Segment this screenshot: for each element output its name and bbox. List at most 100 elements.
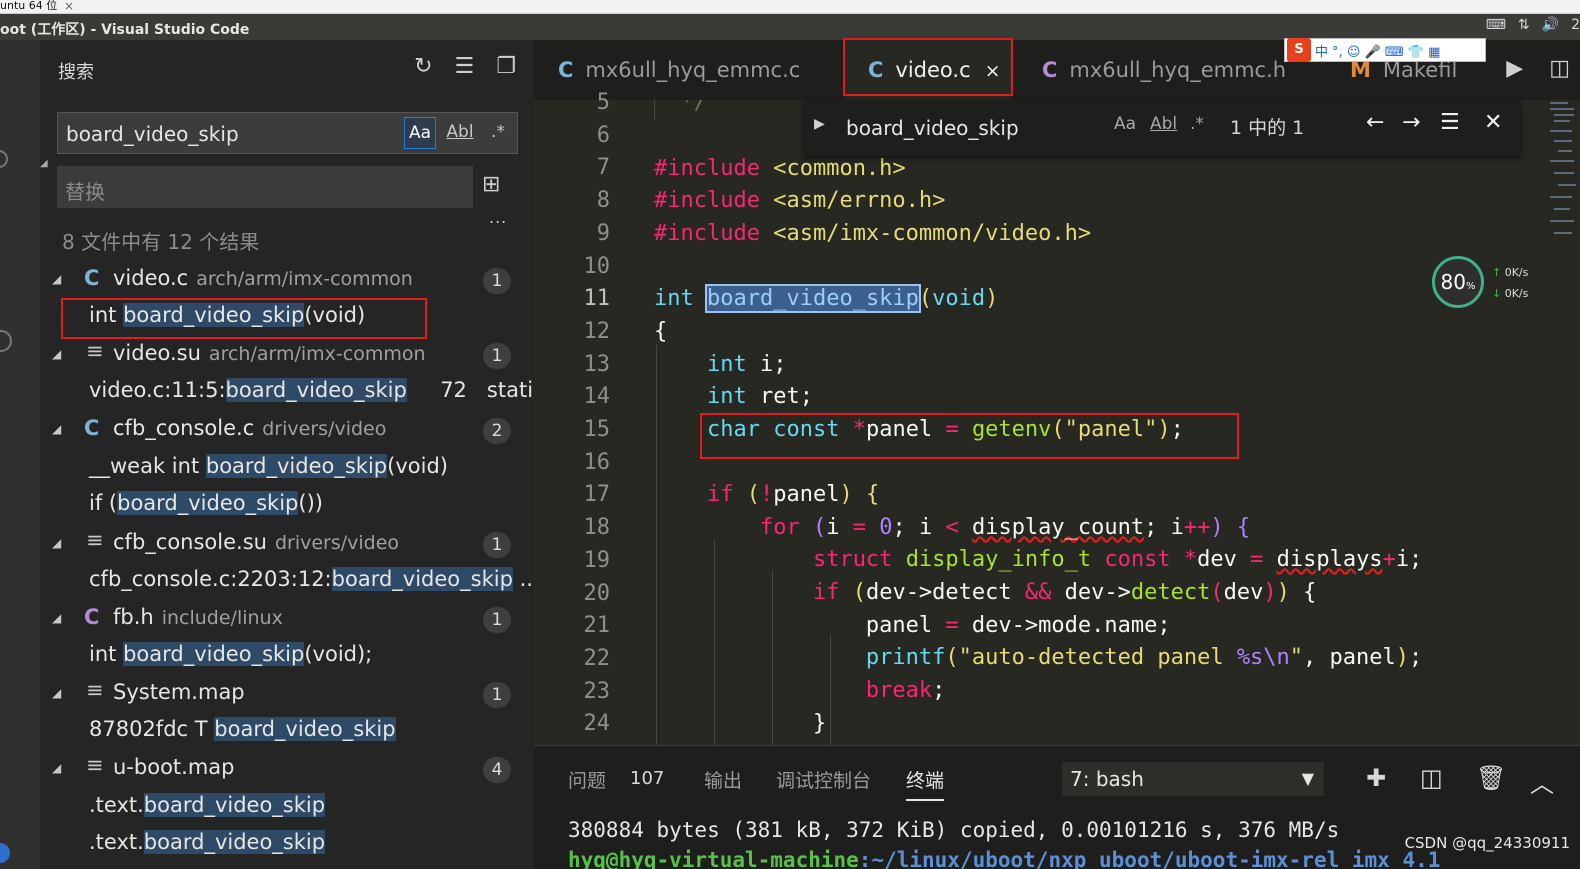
result-match[interactable]: cfb_console.c:2203:12:board_video_skip .… bbox=[40, 563, 540, 600]
result-match[interactable]: .text.board_video_skip bbox=[40, 789, 534, 826]
match-prefix: int bbox=[89, 642, 124, 666]
regex-icon[interactable]: .* bbox=[1190, 114, 1204, 134]
terminal-prompt: hyq@hyq-virtual-machine:~/linux/uboot/nx… bbox=[568, 848, 1440, 869]
clock-fragment[interactable]: 2 bbox=[1571, 17, 1580, 33]
toggle-replace-icon[interactable]: ◢ bbox=[40, 158, 48, 169]
line-number: 12 bbox=[583, 318, 611, 344]
result-file-path: drivers/video bbox=[274, 532, 400, 554]
regex-icon[interactable]: .* bbox=[482, 117, 514, 149]
result-count-badge: 1 bbox=[483, 532, 511, 558]
result-count-badge: 1 bbox=[483, 268, 511, 294]
bottom-panel: 问题 107 输出 调试控制台 终端 7: bash ▼ ✚ ◫ 🗑 ︿ 3808… bbox=[534, 745, 1580, 869]
maximize-panel-icon[interactable]: ︿ bbox=[1530, 764, 1554, 799]
result-file[interactable]: ◢ C video.c arch/arm/imx-common 1 bbox=[40, 262, 534, 299]
result-match[interactable]: video.c:11:5:board_video_skip 72 static bbox=[40, 374, 545, 411]
ime-status[interactable]: 中 °, ☺ 🎤 ⌨ 👕 ▦ bbox=[1315, 41, 1440, 60]
search-input-value[interactable]: board_video_skip bbox=[66, 122, 239, 146]
tab-output[interactable]: 输出 bbox=[704, 766, 742, 793]
vm-tab-label[interactable]: untu 64 位 bbox=[0, 0, 57, 12]
result-file[interactable]: ◢ C fb.h include/linux 1 bbox=[40, 601, 534, 638]
next-match-icon[interactable]: → bbox=[1402, 110, 1420, 135]
result-file-path: arch/arm/imx-common bbox=[196, 268, 413, 290]
download-icon: ↓ bbox=[1492, 287, 1502, 300]
ime-toolbar[interactable]: S 中 °, ☺ 🎤 ⌨ 👕 ▦ bbox=[1284, 38, 1486, 62]
replace-all-icon[interactable]: ⊞ bbox=[482, 172, 500, 197]
new-terminal-icon[interactable]: ✚ bbox=[1366, 764, 1386, 792]
tab-problems[interactable]: 问题 bbox=[568, 766, 606, 793]
window-title: oot (工作区) - Visual Studio Code bbox=[0, 22, 250, 38]
match-prefix: .text. bbox=[89, 830, 144, 854]
tab-debug-console[interactable]: 调试控制台 bbox=[776, 766, 871, 793]
match-prefix: if ( bbox=[89, 491, 118, 515]
expand-icon[interactable]: ◢ bbox=[52, 686, 61, 700]
result-match[interactable]: 87802fdc T board_video_skip bbox=[40, 713, 534, 750]
expand-icon[interactable]: ◢ bbox=[52, 611, 61, 625]
whole-word-icon[interactable]: Abl bbox=[1150, 114, 1177, 134]
split-terminal-icon[interactable]: ◫ bbox=[1420, 764, 1443, 792]
prompt-path: :~/linux/uboot/nxp_uboot/uboot-imx-rel_i… bbox=[858, 848, 1441, 869]
match-case-icon[interactable]: Aa bbox=[1114, 114, 1136, 134]
upload-speed: 0K/s bbox=[1504, 266, 1529, 279]
close-icon[interactable]: ✕ bbox=[1484, 110, 1502, 135]
minimap[interactable] bbox=[1546, 100, 1580, 745]
result-file[interactable]: ◢ ≡ u-boot.map 4 bbox=[40, 751, 534, 788]
more-options-icon[interactable]: ... bbox=[489, 208, 507, 227]
replace-placeholder[interactable]: 替换 bbox=[65, 176, 105, 205]
volume-icon[interactable]: 🔊 bbox=[1542, 17, 1559, 33]
result-file[interactable]: ◢ ≡ cfb_console.su drivers/video 1 bbox=[40, 526, 534, 563]
keyboard-icon[interactable]: ⌨ bbox=[1486, 17, 1506, 33]
clear-results-icon[interactable]: ☰ bbox=[455, 54, 475, 79]
code-line: if (!panel) { bbox=[706, 482, 880, 507]
tab-mx6ull-emmc-h[interactable]: Cmx6ull_hyq_emmc.h bbox=[1042, 40, 1286, 100]
result-file-name: System.map bbox=[113, 680, 245, 704]
line-number: 16 bbox=[583, 449, 611, 475]
refresh-icon[interactable]: ↻ bbox=[414, 54, 432, 79]
text-file-icon: ≡ bbox=[86, 528, 104, 552]
expand-icon[interactable]: ◢ bbox=[52, 761, 61, 775]
split-editor-icon[interactable]: ◫ bbox=[1549, 56, 1570, 81]
c-file-icon: C bbox=[558, 58, 574, 82]
network-icon[interactable]: ⇅ bbox=[1518, 17, 1530, 33]
match-text: board_video_skip bbox=[225, 378, 407, 402]
line-number: 7 bbox=[596, 155, 610, 181]
find-widget: ▶ board_video_skip Aa Abl .* 1 中的 1 ← → … bbox=[804, 100, 1520, 156]
collapse-all-icon[interactable]: ❐ bbox=[496, 54, 516, 79]
find-in-selection-icon[interactable]: ☰ bbox=[1440, 110, 1460, 135]
expand-icon[interactable]: ◢ bbox=[52, 272, 61, 286]
editor-area: Cmx6ull_hyq_emmc.c Cvideo.c × Cmx6ull_hyq… bbox=[534, 38, 1580, 745]
previous-match-icon[interactable]: ← bbox=[1366, 110, 1384, 135]
replace-input[interactable]: 替换 bbox=[57, 166, 473, 208]
accounts-icon[interactable] bbox=[0, 843, 10, 863]
result-count-badge: 4 bbox=[483, 757, 511, 783]
result-file-path: arch/arm/imx-common bbox=[208, 343, 426, 365]
find-input-value[interactable]: board_video_skip bbox=[846, 116, 1019, 140]
result-file[interactable]: ◢ ≡ video.su arch/arm/imx-common 1 bbox=[40, 337, 534, 374]
code-line: #include <asm/imx-common/video.h> bbox=[654, 221, 1092, 246]
activity-item-icon[interactable] bbox=[0, 150, 8, 168]
terminal-select[interactable]: 7: bash ▼ bbox=[1062, 762, 1324, 796]
result-match[interactable]: int board_video_skip(void); bbox=[40, 638, 534, 675]
vscode-window: untu 64 位 × oot (工作区) - Visual Studio Co… bbox=[0, 0, 1580, 869]
line-number: 14 bbox=[583, 384, 611, 410]
run-icon[interactable]: ▶ bbox=[1506, 56, 1523, 81]
result-match[interactable]: .text.board_video_skip bbox=[40, 826, 534, 863]
trash-icon[interactable]: 🗑 bbox=[1476, 764, 1506, 792]
search-input[interactable]: board_video_skip Aa Abl .* bbox=[57, 112, 518, 154]
expand-icon[interactable]: ◢ bbox=[52, 347, 61, 361]
result-file[interactable]: ◢ ≡ System.map 1 bbox=[40, 676, 534, 713]
tab-terminal[interactable]: 终端 bbox=[906, 766, 945, 801]
whole-word-icon[interactable]: Abl bbox=[444, 117, 476, 149]
result-match[interactable]: if (board_video_skip()) bbox=[40, 487, 534, 524]
result-file-name: u-boot.map bbox=[113, 755, 235, 779]
result-match[interactable]: __weak int board_video_skip(void) bbox=[40, 450, 534, 487]
expand-icon[interactable]: ◢ bbox=[52, 536, 61, 550]
vm-tab-close-icon[interactable]: × bbox=[64, 0, 74, 13]
activity-item-icon[interactable] bbox=[0, 330, 12, 352]
terminal-output-line: 380884 bytes (381 kB, 372 KiB) copied, 0… bbox=[568, 818, 1340, 842]
code-line: #include <asm/errno.h> bbox=[654, 188, 946, 213]
toggle-replace-icon[interactable]: ▶ bbox=[814, 116, 825, 132]
result-file[interactable]: ◢ C cfb_console.c drivers/video 2 bbox=[40, 412, 534, 449]
match-case-icon[interactable]: Aa bbox=[404, 117, 436, 149]
cpu-usage-badge[interactable]: 80% bbox=[1432, 256, 1484, 308]
expand-icon[interactable]: ◢ bbox=[52, 422, 61, 436]
